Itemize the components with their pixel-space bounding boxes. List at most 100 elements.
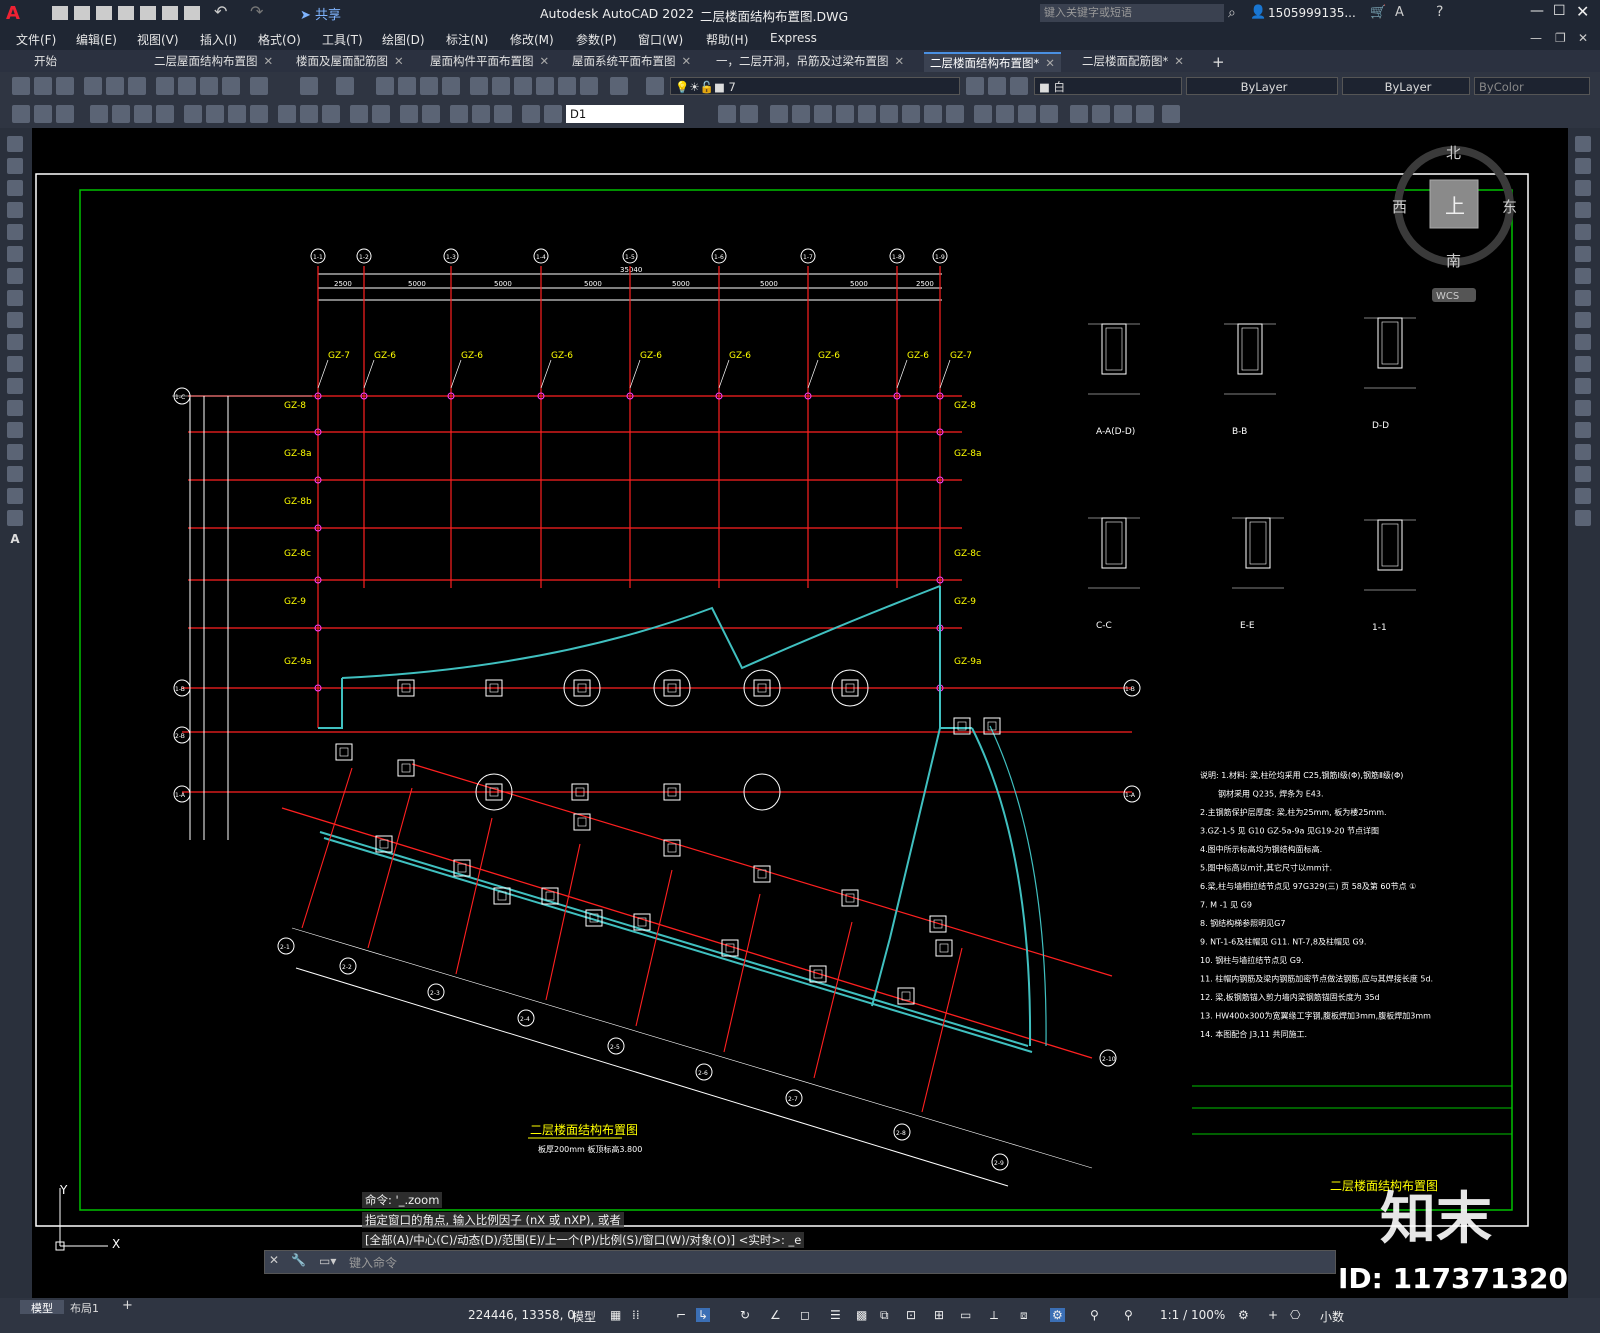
jogged-linear-icon[interactable] bbox=[422, 105, 440, 123]
minimize-icon[interactable]: — bbox=[1530, 3, 1544, 19]
ucs-icon-3[interactable] bbox=[1114, 105, 1132, 123]
erase-icon[interactable] bbox=[1575, 136, 1591, 152]
menu-parametric[interactable]: 参数(P) bbox=[576, 31, 617, 48]
maximize-icon[interactable]: ☐ bbox=[1553, 3, 1566, 19]
cart-icon[interactable]: 🛒 bbox=[1370, 5, 1386, 20]
tab-close-icon[interactable]: ✕ bbox=[895, 54, 905, 68]
zoom-window-icon[interactable] bbox=[420, 77, 438, 95]
menu-view[interactable]: 视图(V) bbox=[137, 31, 179, 48]
continue-dim-icon[interactable] bbox=[278, 105, 296, 123]
trim-icon[interactable] bbox=[1575, 334, 1591, 350]
menu-dimension[interactable]: 标注(N) bbox=[446, 31, 488, 48]
insert-block-icon[interactable] bbox=[7, 378, 23, 394]
break-icon[interactable] bbox=[1575, 400, 1591, 416]
viewcube[interactable]: 上 北 南 东 西 WCS bbox=[1392, 144, 1517, 302]
markup-icon[interactable] bbox=[558, 77, 576, 95]
mirror-icon[interactable] bbox=[1575, 180, 1591, 196]
menu-modify[interactable]: 修改(M) bbox=[510, 31, 554, 48]
tab-close-icon[interactable]: ✕ bbox=[264, 54, 274, 68]
menu-draw[interactable]: 绘图(D) bbox=[382, 31, 425, 48]
layer-dropdown[interactable]: 💡☀🔓■ 7 bbox=[670, 77, 960, 95]
open-web-icon[interactable] bbox=[140, 6, 156, 20]
transparency-icon[interactable]: ▩ bbox=[856, 1308, 867, 1322]
chamfer-icon[interactable] bbox=[1575, 444, 1591, 460]
menu-edit[interactable]: 编辑(E) bbox=[76, 31, 117, 48]
diameter-dim-icon[interactable] bbox=[184, 105, 202, 123]
object-snap-tracking-icon[interactable]: ∠ bbox=[770, 1308, 781, 1322]
user-name[interactable]: 1505999135... bbox=[1268, 6, 1356, 20]
circle-icon[interactable] bbox=[7, 268, 23, 284]
tab-file-6-active[interactable]: 二层楼面结构布置图* ✕ bbox=[924, 52, 1061, 74]
layout-tab-model[interactable]: 模型 bbox=[20, 1300, 64, 1315]
dim-style-icon[interactable] bbox=[522, 105, 540, 123]
view-3d-icon-6[interactable] bbox=[836, 105, 854, 123]
command-line[interactable]: ✕ 🔧 ▭▾ 键入命令 bbox=[264, 1250, 1336, 1274]
help-icon[interactable]: ? bbox=[1436, 4, 1443, 20]
polyline-icon[interactable] bbox=[7, 180, 23, 196]
doc-restore-icon[interactable]: ❐ bbox=[1555, 31, 1566, 45]
make-block-icon[interactable] bbox=[7, 400, 23, 416]
dimstyle-dropdown[interactable]: D1 bbox=[566, 105, 684, 123]
lineweight-icon[interactable]: ☰ bbox=[830, 1308, 841, 1322]
angular-dim-icon[interactable] bbox=[206, 105, 224, 123]
dynamic-ucs-icon[interactable]: ⊞ bbox=[934, 1308, 944, 1322]
selection-cycling-icon[interactable]: ⧉ bbox=[880, 1308, 889, 1323]
tab-close-icon[interactable]: ✕ bbox=[682, 54, 692, 68]
settings-gear-icon[interactable]: ⚙ bbox=[1238, 1308, 1249, 1322]
menu-window[interactable]: 窗口(W) bbox=[638, 31, 683, 48]
array-icon[interactable] bbox=[1575, 224, 1591, 240]
move-icon[interactable] bbox=[1575, 246, 1591, 262]
annotation-scale-value[interactable]: 1:1 / 100% bbox=[1160, 1308, 1225, 1322]
auto-scale-icon[interactable]: ⚲ bbox=[1090, 1308, 1099, 1322]
polygon-icon[interactable] bbox=[7, 202, 23, 218]
linear-dim-icon[interactable] bbox=[34, 105, 52, 123]
tab-file-4[interactable]: 屋面系统平面布置图 ✕ bbox=[566, 52, 697, 72]
workspace-icon[interactable]: ⚲ bbox=[1124, 1308, 1133, 1322]
redo-icon[interactable] bbox=[336, 77, 354, 95]
share-button[interactable]: ➤ 共享 bbox=[300, 4, 341, 23]
color-dropdown[interactable]: ■ 白 bbox=[1034, 77, 1182, 95]
quick-dimension-icon[interactable] bbox=[12, 105, 30, 123]
visual-style-icon-2[interactable] bbox=[996, 105, 1014, 123]
tab-file-5[interactable]: 一，二层开洞，吊筋及过梁布置图 ✕ bbox=[710, 52, 910, 72]
hardware-accel-icon[interactable]: ⎔ bbox=[1290, 1308, 1300, 1322]
hatch-icon[interactable] bbox=[7, 444, 23, 460]
sheet-set-icon[interactable] bbox=[536, 77, 554, 95]
cut-icon[interactable] bbox=[156, 77, 174, 95]
plotstyle-dropdown[interactable]: ByColor bbox=[1474, 77, 1590, 95]
tab-start[interactable]: 开始 bbox=[28, 52, 63, 72]
new-file-icon[interactable] bbox=[52, 6, 68, 20]
match-properties-icon[interactable] bbox=[222, 77, 240, 95]
tab-close-icon[interactable]: ✕ bbox=[394, 54, 404, 68]
undo-icon[interactable] bbox=[300, 77, 318, 95]
view-3d-icon-5[interactable] bbox=[814, 105, 832, 123]
osnap-icon[interactable]: ◻ bbox=[800, 1308, 810, 1322]
menu-tools[interactable]: 工具(T) bbox=[322, 31, 363, 48]
viewcube-north[interactable]: 北 bbox=[1446, 144, 1461, 162]
dim-text-edit-icon[interactable] bbox=[472, 105, 490, 123]
selection-filter-icon[interactable]: ▭ bbox=[960, 1308, 971, 1322]
ellipse-icon[interactable] bbox=[7, 334, 23, 350]
menu-format[interactable]: 格式(O) bbox=[258, 31, 301, 48]
mtext-icon[interactable]: A bbox=[7, 532, 23, 548]
center-mark-icon[interactable] bbox=[372, 105, 390, 123]
linetype-dropdown[interactable]: ByLayer bbox=[1186, 77, 1338, 95]
dim-break-icon[interactable] bbox=[322, 105, 340, 123]
command-customize-icon[interactable]: 🔧 bbox=[291, 1253, 306, 1267]
ucs-icon-4[interactable] bbox=[1136, 105, 1154, 123]
extend-icon[interactable] bbox=[1575, 356, 1591, 372]
menu-help[interactable]: 帮助(H) bbox=[706, 31, 748, 48]
viewcube-east[interactable]: 东 bbox=[1502, 198, 1517, 216]
zoom-realtime-icon[interactable] bbox=[398, 77, 416, 95]
radius-dim-icon[interactable] bbox=[134, 105, 152, 123]
snap-icon[interactable]: ⁞⁞ bbox=[632, 1308, 640, 1322]
viewcube-south[interactable]: 南 bbox=[1446, 252, 1461, 270]
arc-icon[interactable] bbox=[7, 246, 23, 262]
add-layout-button[interactable]: + bbox=[122, 1298, 133, 1313]
plot-icon[interactable] bbox=[184, 6, 200, 20]
gizmo-icon[interactable]: ⟂ bbox=[990, 1308, 998, 1323]
ucs-icon-1[interactable] bbox=[1070, 105, 1088, 123]
join-icon[interactable] bbox=[1575, 422, 1591, 438]
model-space-toggle[interactable]: 模型 bbox=[572, 1308, 596, 1325]
annotation-visibility-icon[interactable]: ⧈ bbox=[1020, 1308, 1028, 1323]
